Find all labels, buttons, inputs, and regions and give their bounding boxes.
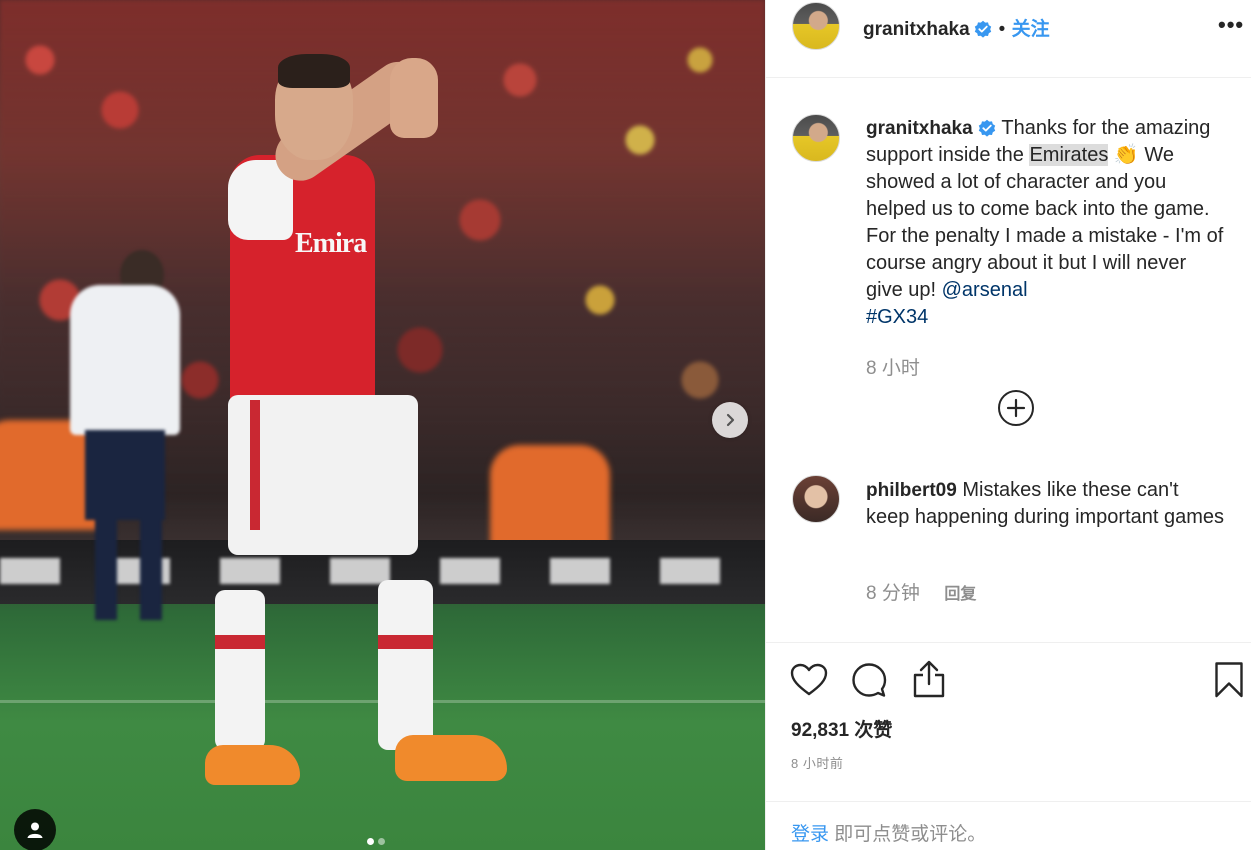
clap-emoji: 👏 (1113, 144, 1139, 166)
background-player (40, 250, 200, 660)
carousel-dot-active (367, 838, 374, 845)
share-icon (913, 660, 945, 698)
share-button[interactable] (912, 660, 946, 703)
mention-link[interactable]: @arsenal (942, 279, 1028, 301)
caption-highlight: Emirates (1029, 144, 1109, 166)
plus-circle-icon (1006, 398, 1026, 418)
login-link[interactable]: 登录 (791, 824, 829, 845)
post-side-panel: granitxhaka • 关注 ••• granitxhaka Thanks … (765, 0, 1251, 850)
login-prompt: 登录 即可点赞或评论。 (766, 801, 1251, 850)
shirt-sponsor-text: Emira (295, 228, 367, 259)
author-avatar[interactable] (792, 2, 840, 50)
carousel-dot (378, 838, 385, 845)
main-player: Emira (200, 50, 520, 800)
commenter-avatar[interactable] (792, 475, 840, 523)
comment-username[interactable]: philbert09 (866, 480, 957, 501)
caption-author-avatar[interactable] (792, 114, 840, 162)
caption-text-part: We showed a lot of character and you hel… (866, 144, 1224, 301)
heart-icon (790, 663, 828, 696)
follow-button[interactable]: 关注 (1012, 19, 1050, 40)
reply-button[interactable]: 回复 (944, 586, 976, 603)
carousel-indicator (367, 838, 385, 845)
comment-button[interactable] (851, 662, 887, 703)
comment-item: philbert09 Mistakes like these can't kee… (866, 477, 1226, 531)
comment-bubble-icon (852, 663, 887, 697)
bookmark-icon (1215, 662, 1243, 698)
caption-username[interactable]: granitxhaka (866, 118, 973, 139)
user-tag-icon (27, 822, 43, 838)
verified-badge-icon (974, 20, 992, 38)
caption-time: 8 小时 (866, 358, 920, 379)
post-photo[interactable]: Emira (0, 0, 765, 850)
chevron-right-icon (726, 413, 735, 427)
hashtag-link[interactable]: #GX34 (866, 306, 928, 328)
author-username[interactable]: granitxhaka (863, 19, 970, 40)
post-actions: 92,831 次赞 8 小时前 登录 即可点赞或评论。 (766, 642, 1251, 850)
verified-badge-icon (979, 119, 996, 137)
post-caption: granitxhaka Thanks for the amazing suppo… (866, 115, 1226, 331)
post-header: granitxhaka • 关注 ••• (766, 0, 1251, 78)
comment-time: 8 分钟 (866, 583, 920, 604)
user-tag-button[interactable] (14, 809, 56, 850)
save-button[interactable] (1214, 661, 1244, 704)
like-button[interactable] (790, 663, 828, 702)
load-more-comments-button[interactable] (998, 390, 1034, 426)
more-options-button[interactable]: ••• (1218, 12, 1244, 38)
likes-count[interactable]: 92,831 次赞 (791, 715, 892, 742)
carousel-next-button[interactable] (712, 402, 748, 438)
post-timestamp: 8 小时前 (791, 756, 844, 771)
login-prompt-text: 即可点赞或评论。 (834, 824, 987, 845)
